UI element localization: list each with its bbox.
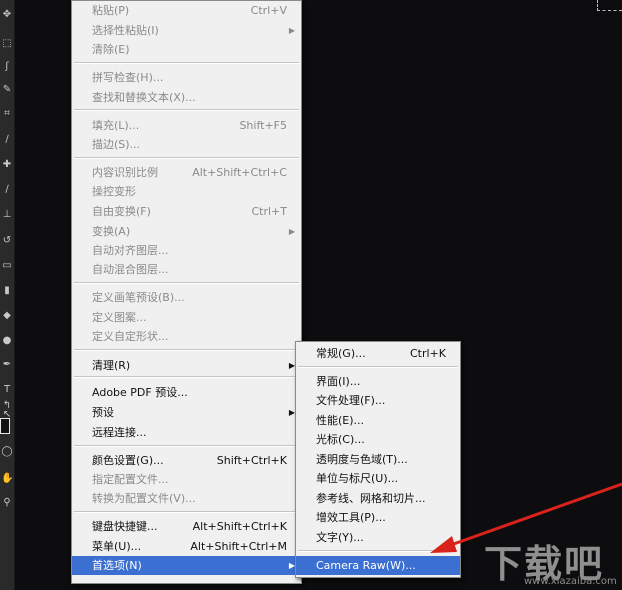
watermark-url: www.xiazaiba.com [524,576,617,587]
annotation-arrow [430,482,622,553]
